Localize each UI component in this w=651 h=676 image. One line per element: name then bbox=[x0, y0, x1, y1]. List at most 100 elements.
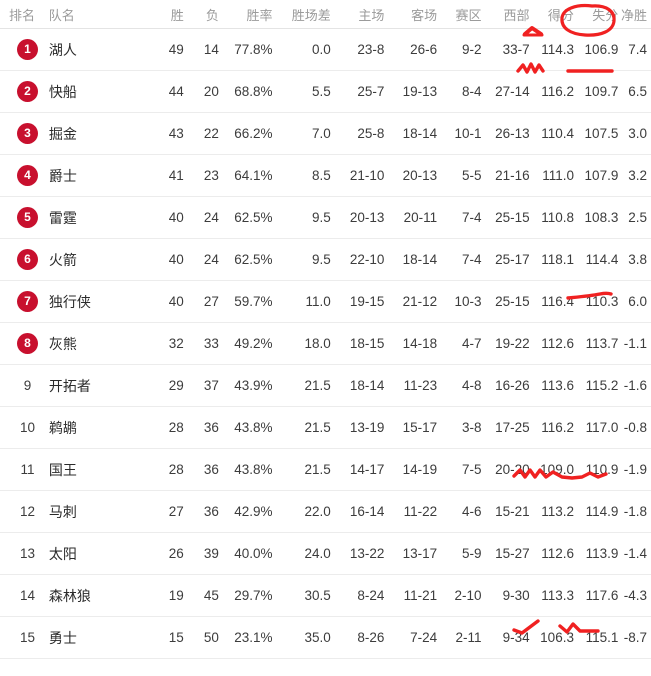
cell-losses: 24 bbox=[203, 252, 219, 267]
table-row[interactable]: 8 灰熊 32 33 49.2% 18.0 18-15 14-18 4-7 19-22 112.6 1… bbox=[0, 323, 651, 365]
table-row[interactable]: 3 掘金 43 22 66.2% 7.0 25-8 18-14 10-1 26-13 110.4 10… bbox=[0, 113, 651, 155]
cell-conference: 16-26 bbox=[495, 378, 530, 393]
cell-conference: 25-17 bbox=[495, 252, 530, 267]
cell-team[interactable]: 灰熊 bbox=[49, 334, 145, 354]
team-name[interactable]: 森林狼 bbox=[49, 588, 91, 604]
cell-win-pct: 43.8% bbox=[234, 420, 273, 435]
cell-points-against: 106.9 bbox=[584, 42, 619, 57]
cell-wins: 28 bbox=[168, 462, 184, 477]
header-cell-conference[interactable]: 西部 bbox=[481, 5, 530, 24]
cell-team[interactable]: 马刺 bbox=[49, 502, 145, 522]
team-name[interactable]: 开拓者 bbox=[49, 378, 91, 394]
table-row[interactable]: 1 湖人 49 14 77.8% 0.0 23-8 26-6 9-2 33-7 114.3 106.9… bbox=[0, 29, 651, 71]
team-name[interactable]: 独行侠 bbox=[49, 294, 91, 310]
cell-points-for: 113.3 bbox=[541, 588, 574, 603]
cell-team[interactable]: 国王 bbox=[49, 460, 145, 480]
cell-team[interactable]: 森林狼 bbox=[49, 586, 145, 606]
cell-points-for: 114.3 bbox=[541, 42, 574, 57]
cell-points-against: 109.7 bbox=[584, 84, 619, 99]
team-name[interactable]: 马刺 bbox=[49, 504, 77, 520]
cell-games-behind: 7.0 bbox=[312, 126, 331, 141]
cell-team[interactable]: 鹈鹕 bbox=[49, 418, 145, 438]
cell-team[interactable]: 勇士 bbox=[49, 628, 145, 648]
table-row[interactable]: 12 马刺 27 36 42.9% 22.0 16-14 11-22 4-6 15-21 113.2… bbox=[0, 491, 651, 533]
cell-conference: 25-15 bbox=[495, 294, 530, 309]
cell-division: 8-4 bbox=[462, 84, 482, 99]
header-cell-losses[interactable]: 负 bbox=[184, 5, 219, 24]
table-row[interactable]: 7 独行侠 40 27 59.7% 11.0 19-15 21-12 10-3 25-15 116.… bbox=[0, 281, 651, 323]
table-row[interactable]: 4 爵士 41 23 64.1% 8.5 21-10 20-13 5-5 21-16 111.0 10… bbox=[0, 155, 651, 197]
cell-team[interactable]: 雷霆 bbox=[49, 208, 145, 228]
cell-home: 13-19 bbox=[349, 420, 385, 435]
cell-win-pct: 42.9% bbox=[234, 504, 273, 519]
table-row[interactable]: 10 鹈鹕 28 36 43.8% 21.5 13-19 15-17 3-8 17-25 116.2… bbox=[0, 407, 651, 449]
cell-team[interactable]: 快船 bbox=[49, 82, 145, 102]
cell-away: 20-13 bbox=[402, 168, 438, 183]
cell-home: 19-15 bbox=[349, 294, 385, 309]
rank-number: 13 bbox=[19, 546, 36, 561]
team-name[interactable]: 灰熊 bbox=[49, 336, 77, 352]
table-row[interactable]: 13 太阳 26 39 40.0% 24.0 13-22 13-17 5-9 15-27 112.6… bbox=[0, 533, 651, 575]
cell-rank: 14 bbox=[0, 588, 49, 603]
cell-team[interactable]: 独行侠 bbox=[49, 292, 145, 312]
cell-win-pct: 64.1% bbox=[234, 168, 273, 183]
cell-division: 4-7 bbox=[462, 336, 482, 351]
cell-points-for: 112.6 bbox=[541, 336, 574, 351]
cell-win-pct: 29.7% bbox=[234, 588, 273, 603]
cell-conference: 25-15 bbox=[495, 210, 530, 225]
header-cell-wins[interactable]: 胜 bbox=[145, 5, 184, 24]
cell-team[interactable]: 太阳 bbox=[49, 544, 145, 564]
cell-team[interactable]: 爵士 bbox=[49, 166, 145, 186]
cell-home: 8-26 bbox=[357, 630, 385, 645]
team-name[interactable]: 湖人 bbox=[49, 42, 77, 58]
cell-points-against: 107.9 bbox=[584, 168, 619, 183]
cell-division: 7-4 bbox=[462, 210, 482, 225]
team-name[interactable]: 爵士 bbox=[49, 168, 77, 184]
cell-point-diff: -1.6 bbox=[623, 378, 647, 393]
cell-team[interactable]: 火箭 bbox=[49, 250, 145, 270]
cell-point-diff: 3.8 bbox=[628, 252, 647, 267]
cell-team[interactable]: 掘金 bbox=[49, 124, 145, 144]
team-name[interactable]: 勇士 bbox=[49, 630, 77, 646]
cell-team[interactable]: 开拓者 bbox=[49, 376, 145, 396]
header-cell-division[interactable]: 赛区 bbox=[437, 5, 481, 24]
table-row[interactable]: 15 勇士 15 50 23.1% 35.0 8-26 7-24 2-11 9-34 106.3 11… bbox=[0, 617, 651, 659]
table-row[interactable]: 14 森林狼 19 45 29.7% 30.5 8-24 11-21 2-10 9-30 113.3… bbox=[0, 575, 651, 617]
team-name[interactable]: 掘金 bbox=[49, 126, 77, 142]
table-row[interactable]: 2 快船 44 20 68.8% 5.5 25-7 19-13 8-4 27-14 116.2 109… bbox=[0, 71, 651, 113]
cell-division: 3-8 bbox=[462, 420, 482, 435]
cell-losses: 20 bbox=[203, 84, 219, 99]
cell-rank: 1 bbox=[0, 39, 49, 60]
cell-losses: 37 bbox=[203, 378, 219, 393]
header-cell-team[interactable]: 队名 bbox=[49, 5, 145, 24]
cell-wins: 40 bbox=[168, 294, 184, 309]
cell-losses: 27 bbox=[203, 294, 219, 309]
team-name[interactable]: 快船 bbox=[49, 84, 77, 100]
cell-team[interactable]: 湖人 bbox=[49, 40, 145, 60]
header-cell-rank[interactable]: 排名 bbox=[0, 5, 49, 24]
cell-away: 7-24 bbox=[410, 630, 438, 645]
team-name[interactable]: 鹈鹕 bbox=[49, 420, 77, 436]
table-row[interactable]: 6 火箭 40 24 62.5% 9.5 22-10 18-14 7-4 25-17 118.1 11… bbox=[0, 239, 651, 281]
team-name[interactable]: 太阳 bbox=[49, 546, 77, 562]
table-row[interactable]: 9 开拓者 29 37 43.9% 21.5 18-14 11-23 4-8 16-26 113.6… bbox=[0, 365, 651, 407]
cell-away: 13-17 bbox=[402, 546, 438, 561]
table-row[interactable]: 11 国王 28 36 43.8% 21.5 14-17 14-19 7-5 20-20 109.0… bbox=[0, 449, 651, 491]
team-name[interactable]: 国王 bbox=[49, 462, 77, 478]
header-cell-away[interactable]: 客场 bbox=[384, 5, 437, 24]
cell-wins: 40 bbox=[168, 210, 184, 225]
table-row[interactable]: 5 雷霆 40 24 62.5% 9.5 20-13 20-11 7-4 25-15 110.8 10… bbox=[0, 197, 651, 239]
team-name[interactable]: 火箭 bbox=[49, 252, 77, 268]
header-cell-games-behind[interactable]: 胜场差 bbox=[273, 5, 331, 24]
cell-division: 5-9 bbox=[462, 546, 482, 561]
team-name[interactable]: 雷霆 bbox=[49, 210, 77, 226]
header-cell-home[interactable]: 主场 bbox=[331, 5, 384, 24]
header-cell-win-pct[interactable]: 胜率 bbox=[219, 5, 273, 24]
cell-losses: 39 bbox=[203, 546, 219, 561]
cell-home: 20-13 bbox=[349, 210, 385, 225]
header-cell-point-diff[interactable]: 净胜 bbox=[618, 5, 651, 24]
header-cell-points-for[interactable]: 得分 bbox=[530, 5, 574, 24]
cell-rank: 8 bbox=[0, 333, 49, 354]
header-cell-points-against[interactable]: 失分 bbox=[574, 5, 618, 24]
cell-points-against: 108.3 bbox=[584, 210, 619, 225]
